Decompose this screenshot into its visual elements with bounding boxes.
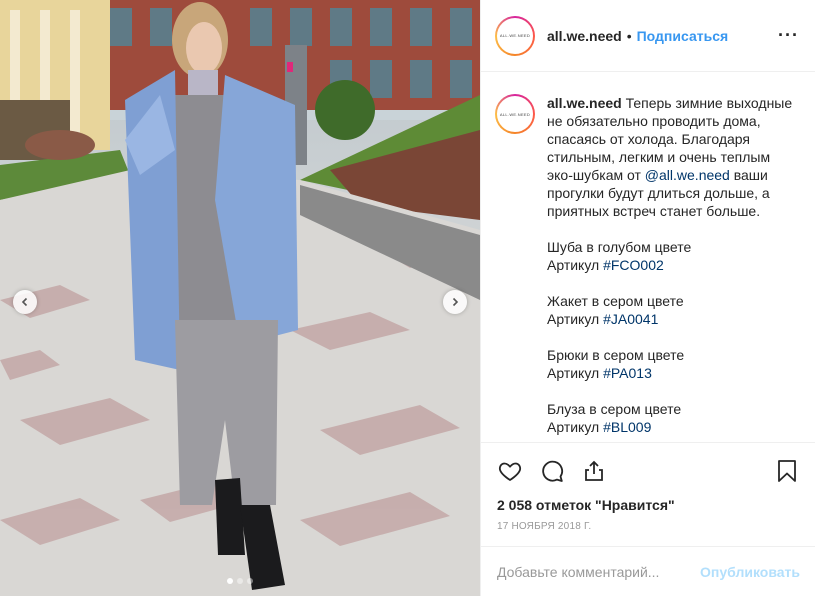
carousel-dot	[237, 578, 243, 584]
caption-area: ALL.WE.NEED all.we.need Теперь зимние вы…	[481, 72, 815, 442]
more-icon[interactable]: ···	[778, 25, 799, 46]
header-separator: •	[626, 27, 632, 44]
caption-username-link[interactable]: all.we.need	[547, 95, 622, 111]
chevron-left-icon	[21, 297, 28, 307]
sku-label: Артикул	[547, 311, 604, 327]
mention-link[interactable]: @all.we.need	[645, 167, 730, 183]
follow-button[interactable]: Подписаться	[637, 28, 729, 44]
post-header: ALL.WE.NEED all.we.need • Подписаться ··…	[481, 0, 815, 72]
next-slide-button[interactable]	[443, 290, 467, 314]
post-date: 17 ноября 2018 г.	[497, 521, 592, 532]
item-name: Блуза в сером цвете	[547, 401, 682, 417]
hashtag-link[interactable]: #JA0041	[603, 311, 658, 327]
item-sku: Артикул #PA013	[547, 364, 799, 382]
item-sku: Артикул #BL009	[547, 418, 799, 436]
comment-input[interactable]	[497, 563, 701, 580]
instagram-post: ALL.WE.NEED all.we.need • Подписаться ··…	[0, 0, 815, 596]
caption-avatar[interactable]: ALL.WE.NEED	[495, 94, 535, 134]
username-link[interactable]: all.we.need	[547, 28, 622, 44]
avatar-logo: ALL.WE.NEED	[497, 17, 533, 54]
avatar-logo: ALL.WE.NEED	[497, 96, 533, 132]
action-icons	[497, 455, 800, 487]
hashtag-link[interactable]: #BL009	[603, 419, 651, 435]
item-sku: Артикул #FCO002	[547, 256, 799, 274]
sku-label: Артикул	[547, 365, 604, 381]
sku-label: Артикул	[547, 257, 604, 273]
avatar[interactable]: ALL.WE.NEED	[495, 15, 535, 56]
carousel-dot	[247, 578, 253, 584]
photo-scene	[0, 0, 480, 596]
post-side-panel: ALL.WE.NEED all.we.need • Подписаться ··…	[480, 0, 815, 596]
previous-slide-button[interactable]	[13, 290, 37, 314]
share-icon[interactable]	[581, 458, 607, 484]
caption-text: all.we.need Теперь зимние выходные не об…	[547, 94, 799, 442]
item-name: Жакет в сером цвете	[547, 293, 684, 309]
post-actions: 2 058 отметок "Нравится" 17 ноября 2018 …	[481, 442, 815, 546]
chevron-right-icon	[452, 297, 459, 307]
item-name: Брюки в сером цвете	[547, 347, 685, 363]
hashtag-link[interactable]: #FCO002	[603, 257, 664, 273]
carousel-indicator	[0, 578, 480, 584]
post-photo[interactable]	[0, 0, 480, 596]
comment-bar: Опубликовать	[481, 546, 815, 596]
item-name: Шуба в голубом цвете	[547, 239, 692, 255]
item-sku: Артикул #JA0041	[547, 310, 799, 328]
heart-icon[interactable]	[497, 458, 523, 484]
bookmark-icon[interactable]	[774, 458, 800, 484]
comment-icon[interactable]	[539, 458, 565, 484]
publish-button[interactable]: Опубликовать	[700, 564, 800, 580]
hashtag-link[interactable]: #PA013	[603, 365, 652, 381]
likes-count[interactable]: 2 058 отметок "Нравится"	[497, 497, 800, 513]
sku-label: Артикул	[547, 419, 604, 435]
carousel-dot	[227, 578, 233, 584]
